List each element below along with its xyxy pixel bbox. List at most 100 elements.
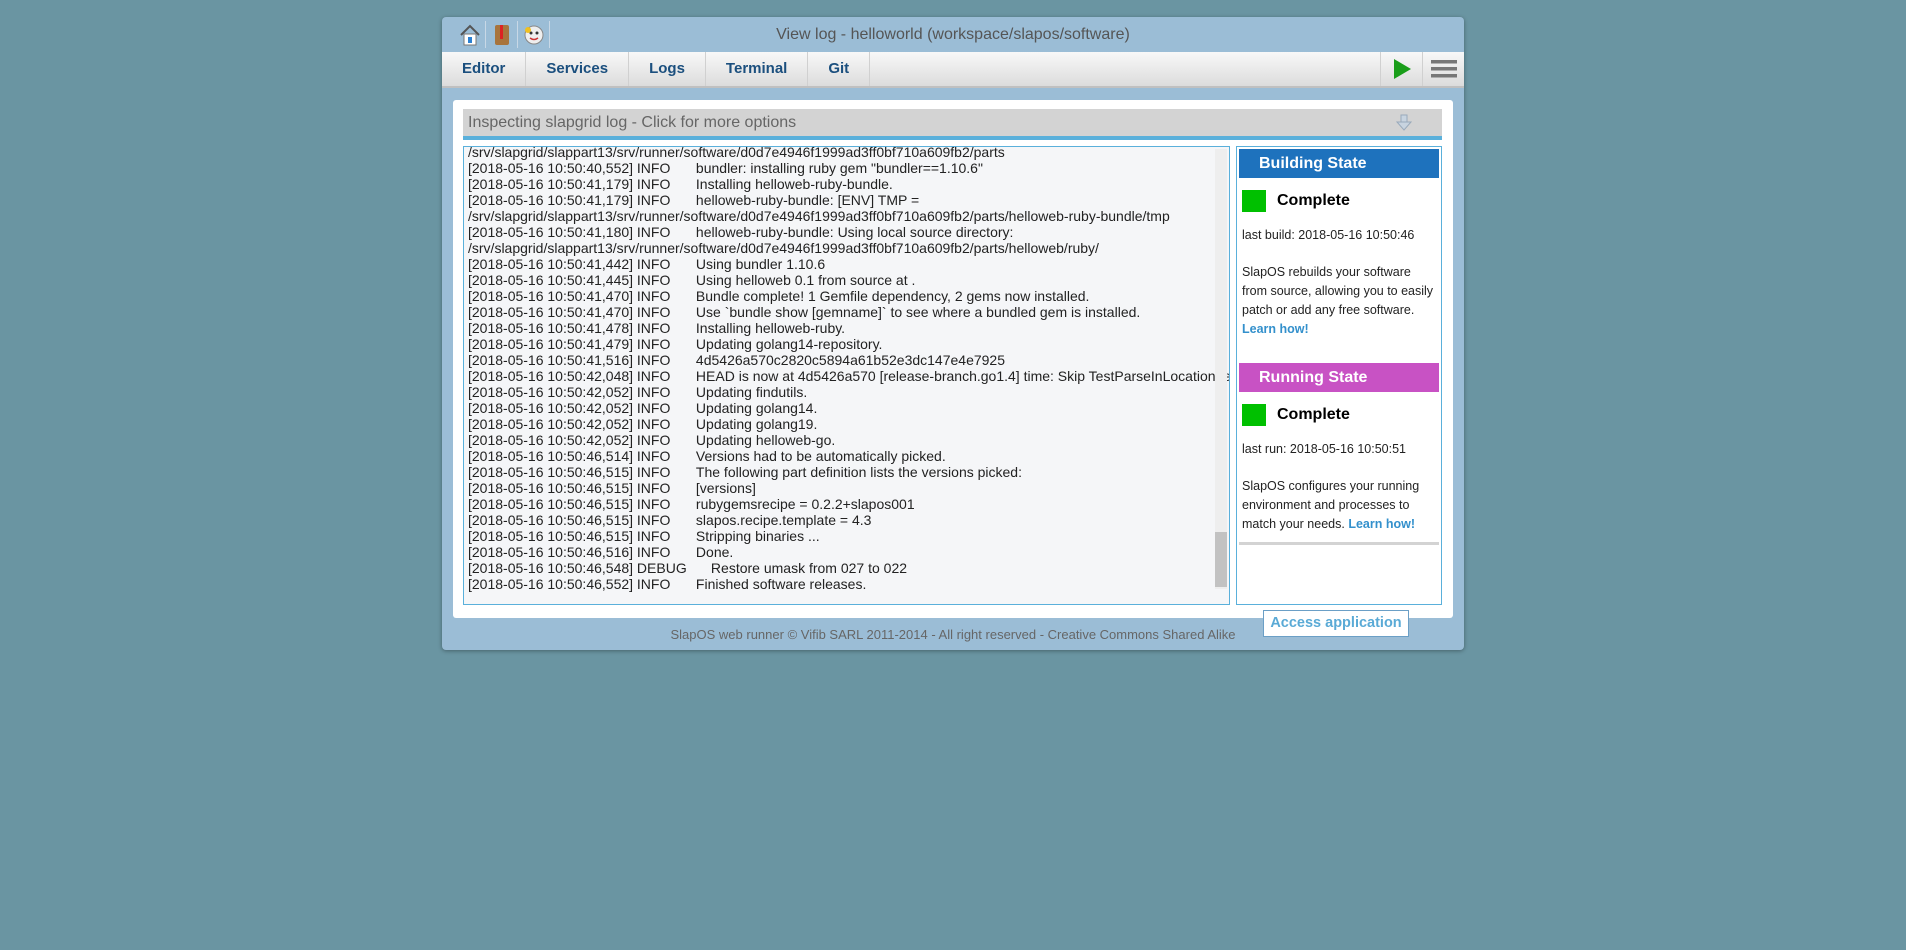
log-timestamp: [2018-05-16 10:50:41,516]	[468, 352, 634, 368]
log-message: Updating golang19.	[695, 416, 818, 432]
log-line: [2018-05-16 10:50:41,179] INFO Installing…	[468, 176, 1229, 192]
log-timestamp: [2018-05-16 10:50:42,052]	[468, 384, 634, 400]
run-button[interactable]	[1380, 52, 1422, 86]
last-run: last run: 2018-05-16 10:50:51	[1242, 442, 1407, 456]
log-level: INFO	[636, 288, 671, 304]
log-line: [2018-05-16 10:50:41,479] INFO Updating g…	[468, 336, 1229, 352]
log-level: INFO	[636, 160, 671, 176]
log-viewer[interactable]: /srv/slapgrid/slappart13/srv/runner/soft…	[463, 146, 1230, 605]
inspect-options-bar[interactable]: Inspecting slapgrid log - Click for more…	[463, 109, 1442, 140]
log-line: [2018-05-16 10:50:46,515] INFO rubygemsre…	[468, 496, 1229, 512]
log-timestamp: [2018-05-16 10:50:41,479]	[468, 336, 634, 352]
running-status: Complete	[1277, 406, 1350, 423]
log-message: bundler: installing ruby gem "bundler==1…	[695, 160, 983, 176]
log-line: [2018-05-16 10:50:41,179] INFO helloweb-r…	[468, 192, 1229, 208]
state-sidebar: Building State Complete last build: 2018…	[1236, 146, 1442, 605]
log-line: [2018-05-16 10:50:40,552] INFO bundler: i…	[468, 160, 1229, 176]
log-message: Stripping binaries ...	[695, 528, 820, 544]
log-level: INFO	[636, 496, 671, 512]
log-message: Restore umask from 027 to 022	[710, 560, 908, 576]
log-level: INFO	[636, 352, 671, 368]
log-level: INFO	[636, 400, 671, 416]
tab-logs[interactable]: Logs	[629, 52, 706, 86]
log-level: INFO	[636, 416, 671, 432]
log-line: [2018-05-16 10:50:41,478] INFO Installing…	[468, 320, 1229, 336]
log-line: [2018-05-16 10:50:41,442] INFO Using bund…	[468, 256, 1229, 272]
log-message: Use `bundle show [gemname]` to see where…	[695, 304, 1141, 320]
inspect-label: Inspecting slapgrid log - Click for more…	[468, 114, 797, 131]
play-icon	[1393, 59, 1411, 79]
log-line: [2018-05-16 10:50:42,052] INFO Updating f…	[468, 384, 1229, 400]
log-level: INFO	[636, 192, 671, 208]
log-level: INFO	[636, 576, 671, 592]
tab-terminal[interactable]: Terminal	[706, 52, 809, 86]
log-scrollbar-thumb[interactable]	[1215, 532, 1227, 587]
log-line: [2018-05-16 10:50:46,514] INFO Versions h…	[468, 448, 1229, 464]
log-level: INFO	[636, 320, 671, 336]
log-level: INFO	[636, 512, 671, 528]
log-message: Updating findutils.	[695, 384, 808, 400]
log-timestamp: [2018-05-16 10:50:46,548]	[468, 560, 634, 576]
building-status: Complete	[1277, 192, 1350, 209]
log-line: [2018-05-16 10:50:46,515] INFO slapos.rec…	[468, 512, 1229, 528]
log-text: /srv/slapgrid/slappart13/srv/runner/soft…	[468, 240, 1099, 256]
log-message: HEAD is now at 4d5426a570 [release-branc…	[695, 368, 1230, 384]
log-line: [2018-05-16 10:50:46,552] INFO Finished s…	[468, 576, 1229, 592]
log-line: [2018-05-16 10:50:42,052] INFO Updating g…	[468, 416, 1229, 432]
log-level: INFO	[636, 176, 671, 192]
log-timestamp: [2018-05-16 10:50:42,052]	[468, 400, 634, 416]
content-panel: Inspecting slapgrid log - Click for more…	[453, 100, 1453, 637]
log-line: [2018-05-16 10:50:46,515] INFO Stripping …	[468, 528, 1229, 544]
log-timestamp: [2018-05-16 10:50:46,515]	[468, 480, 634, 496]
log-text: /srv/slapgrid/slappart13/srv/runner/soft…	[468, 146, 1005, 160]
menu-button[interactable]	[1422, 52, 1464, 86]
log-line: [2018-05-16 10:50:42,052] INFO Updating g…	[468, 400, 1229, 416]
tab-services[interactable]: Services	[526, 52, 630, 86]
log-timestamp: [2018-05-16 10:50:46,515]	[468, 464, 634, 480]
nav-bar: Editor Services Logs Terminal Git	[442, 52, 1464, 88]
log-timestamp: [2018-05-16 10:50:46,514]	[468, 448, 634, 464]
log-level: INFO	[636, 272, 671, 288]
log-timestamp: [2018-05-16 10:50:42,052]	[468, 432, 634, 448]
log-level: INFO	[636, 464, 671, 480]
log-line: [2018-05-16 10:50:46,516] INFO Done.	[468, 544, 1229, 560]
log-level: INFO	[636, 384, 671, 400]
log-message: Versions had to be automatically picked.	[695, 448, 946, 464]
log-line: /srv/slapgrid/slappart13/srv/runner/soft…	[468, 146, 1229, 160]
tab-editor[interactable]: Editor	[442, 52, 527, 86]
running-learn-link[interactable]: Learn how!	[1348, 517, 1415, 531]
log-message: The following part definition lists the …	[695, 464, 1022, 480]
tab-git[interactable]: Git	[808, 52, 871, 86]
log-timestamp: [2018-05-16 10:50:41,478]	[468, 320, 634, 336]
last-build: last build: 2018-05-16 10:50:46	[1242, 228, 1415, 242]
footer: SlapOS web runner © Vifib SARL 2011-2014…	[670, 627, 1236, 642]
log-level: INFO	[636, 256, 671, 272]
hamburger-icon	[1430, 60, 1457, 78]
log-line: /srv/slapgrid/slappart13/srv/runner/soft…	[468, 240, 1229, 256]
log-line: [2018-05-16 10:50:41,516] INFO 4d5426a570…	[468, 352, 1229, 368]
log-timestamp: [2018-05-16 10:50:46,515]	[468, 512, 634, 528]
log-line: [2018-05-16 10:50:46,515] INFO The follow…	[468, 464, 1229, 480]
log-level: INFO	[636, 528, 671, 544]
log-line: [2018-05-16 10:50:42,048] INFO HEAD is no…	[468, 368, 1230, 384]
log-scrollbar[interactable]	[1215, 149, 1227, 589]
log-level: DEBUG	[636, 560, 687, 576]
log-message: Using helloweb 0.1 from source at .	[695, 272, 916, 288]
log-message: Finished software releases.	[695, 576, 867, 592]
building-learn-link[interactable]: Learn how!	[1242, 322, 1309, 336]
log-level: INFO	[636, 448, 671, 464]
log-message: Updating golang14-repository.	[695, 336, 883, 352]
log-message: Done.	[695, 544, 734, 560]
log-timestamp: [2018-05-16 10:50:41,179]	[468, 192, 634, 208]
log-timestamp: [2018-05-16 10:50:41,470]	[468, 288, 634, 304]
log-level: INFO	[636, 432, 671, 448]
window-title: View log - helloworld (workspace/slapos/…	[776, 26, 1130, 43]
log-line: [2018-05-16 10:50:46,515] INFO [versions]	[468, 480, 1229, 496]
log-timestamp: [2018-05-16 10:50:46,552]	[468, 576, 634, 592]
log-message: helloweb-ruby-bundle: [ENV] TMP =	[695, 192, 920, 208]
log-lines: /srv/slapgrid/slappart13/srv/runner/soft…	[468, 146, 1230, 592]
runner-window: View log - helloworld (workspace/slapos/…	[442, 17, 1464, 650]
arrow-down-icon	[1396, 114, 1412, 131]
log-level: INFO	[636, 224, 671, 240]
log-message: Bundle complete! 1 Gemfile dependency, 2…	[695, 288, 1090, 304]
